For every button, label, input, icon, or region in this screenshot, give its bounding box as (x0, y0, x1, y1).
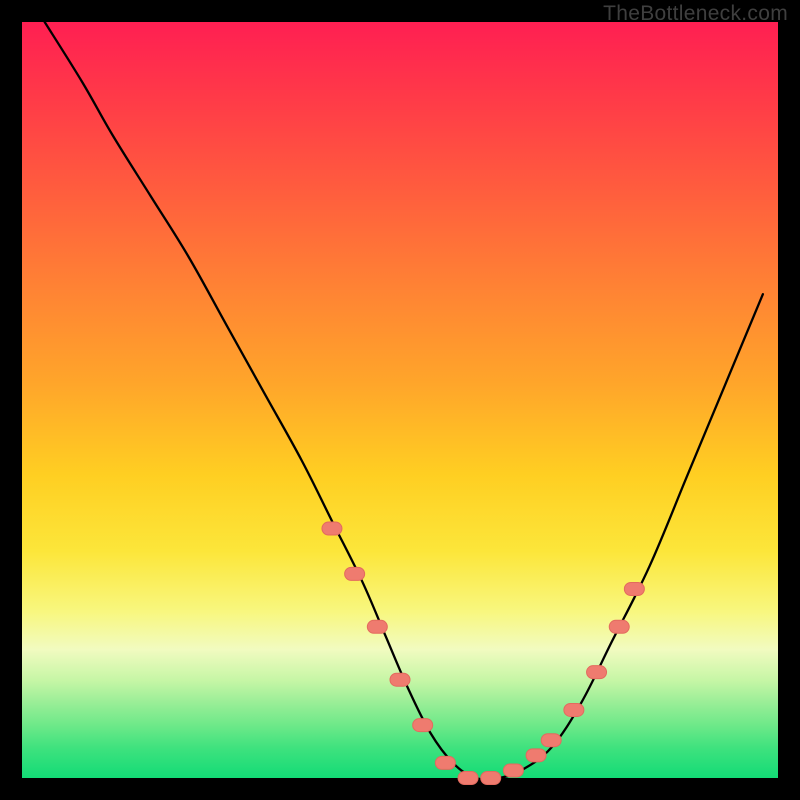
chart-frame: TheBottleneck.com (0, 0, 800, 800)
plot-area (22, 22, 778, 778)
chart-svg (22, 22, 778, 778)
curve-marker (624, 583, 644, 596)
curve-marker (458, 772, 478, 785)
curve-line (45, 22, 763, 780)
curve-marker (503, 764, 523, 777)
curve-marker (564, 703, 584, 716)
curve-marker (526, 749, 546, 762)
curve-markers (322, 522, 644, 784)
curve-marker (435, 756, 455, 769)
curve-marker (322, 522, 342, 535)
curve-marker (390, 673, 410, 686)
curve-marker (413, 719, 433, 732)
curve-marker (481, 772, 501, 785)
curve-marker (587, 666, 607, 679)
curve-marker (609, 620, 629, 633)
curve-marker (367, 620, 387, 633)
curve-marker (345, 567, 365, 580)
curve-marker (541, 734, 561, 747)
